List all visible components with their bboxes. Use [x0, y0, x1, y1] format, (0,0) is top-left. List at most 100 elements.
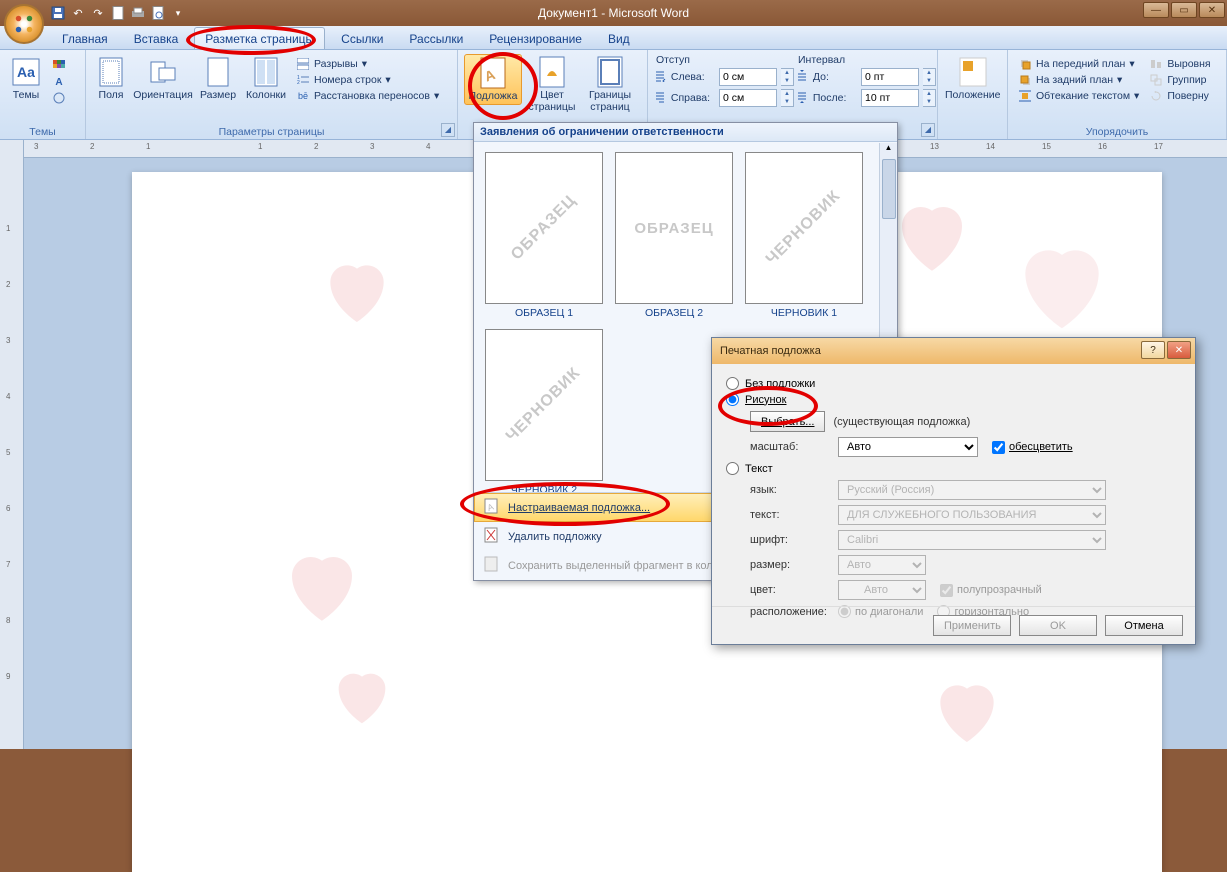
watermark-preview-item[interactable]: ЧЕРНОВИКЧЕРНОВИК 1	[744, 152, 864, 319]
spacing-header: Интервал	[796, 54, 936, 66]
group-arrange: На передний план ▾ На задний план ▾ Обте…	[1008, 50, 1227, 139]
watermark-preview-item[interactable]: ОБРАЗЕЦОБРАЗЕЦ 2	[614, 152, 734, 319]
preview-icon[interactable]	[150, 5, 166, 21]
language-select: Русский (Россия)	[838, 480, 1106, 500]
text-select: ДЛЯ СЛУЖЕБНОГО ПОЛЬЗОВАНИЯ	[838, 505, 1106, 525]
dialog-titlebar[interactable]: Печатная подложка ? ✕	[712, 338, 1195, 364]
tab-references[interactable]: Ссылки	[331, 28, 393, 49]
semitransparent-checkbox: полупрозрачный	[940, 584, 1042, 597]
theme-fonts-button[interactable]: A	[48, 74, 70, 90]
tab-home[interactable]: Главная	[52, 28, 118, 49]
linenum-icon: 12	[296, 73, 310, 87]
svg-text:Aa: Aa	[17, 64, 35, 80]
paragraph-launcher[interactable]: ◢	[921, 123, 935, 137]
dialog-buttons: Применить OK Отмена	[712, 606, 1195, 644]
page-borders-button[interactable]: Границы страниц	[582, 54, 638, 115]
redo-icon[interactable]: ↷	[90, 5, 106, 21]
columns-button[interactable]: Колонки	[242, 54, 290, 103]
borders-icon	[594, 56, 626, 88]
quick-access-toolbar: ↶ ↷ ▾	[50, 5, 186, 21]
page-color-button[interactable]: Цвет страницы	[524, 54, 580, 115]
hyphen-icon: bē	[296, 89, 310, 103]
front-icon	[1018, 57, 1032, 71]
spacing-before-icon	[796, 70, 809, 84]
save-icon[interactable]	[50, 5, 66, 21]
tab-view[interactable]: Вид	[598, 28, 640, 49]
margins-button[interactable]: Поля	[92, 54, 130, 103]
minimize-button[interactable]: —	[1143, 2, 1169, 18]
spacing-after-spinner[interactable]: ▲▼	[923, 89, 936, 107]
size-button[interactable]: Размер	[196, 54, 240, 103]
watermark-preview-item[interactable]: ОБРАЗЕЦОБРАЗЕЦ 1	[484, 152, 604, 319]
watermark-icon: A	[477, 57, 509, 89]
watermark-preview-item[interactable]: ЧЕРНОВИКЧЕРНОВИК 2	[484, 329, 604, 492]
group-themes: Aa Темы A Темы	[0, 50, 86, 139]
indent-right-input[interactable]	[719, 89, 777, 107]
rotate-button[interactable]: Поверну	[1145, 88, 1214, 104]
position-button[interactable]: Положение	[944, 54, 1002, 103]
watermark-dialog: Печатная подложка ? ✕ Без подложки Рисун…	[711, 337, 1196, 645]
align-button[interactable]: Выровня	[1145, 56, 1214, 72]
themes-button[interactable]: Aa Темы	[6, 54, 46, 103]
window-title: Документ1 - Microsoft Word	[538, 6, 689, 20]
orientation-icon	[147, 56, 179, 88]
svg-text:2: 2	[297, 80, 300, 86]
custom-wm-icon: A	[484, 498, 500, 517]
remove-wm-icon	[484, 527, 500, 546]
office-button[interactable]	[4, 4, 44, 44]
dialog-help-button[interactable]: ?	[1141, 341, 1165, 359]
tab-insert[interactable]: Вставка	[124, 28, 189, 49]
line-numbers-button[interactable]: 12Номера строк ▾	[292, 72, 443, 88]
theme-effects-button[interactable]	[48, 90, 70, 106]
print-icon[interactable]	[130, 5, 146, 21]
tab-page-layout[interactable]: Разметка страницы	[194, 27, 325, 49]
no-watermark-radio[interactable]: Без подложки	[726, 377, 1181, 390]
new-icon[interactable]	[110, 5, 126, 21]
pagesetup-launcher[interactable]: ◢	[441, 123, 455, 137]
tab-mailings[interactable]: Рассылки	[399, 28, 473, 49]
group-button[interactable]: Группир	[1145, 72, 1214, 88]
spacing-before-input[interactable]	[861, 68, 919, 86]
ok-button[interactable]: OK	[1019, 615, 1097, 636]
watermark-button[interactable]: A Подложка	[464, 54, 522, 105]
indent-left-input[interactable]	[719, 68, 777, 86]
heart-decoration	[322, 662, 402, 732]
qat-more-icon[interactable]: ▾	[170, 5, 186, 21]
picture-radio[interactable]: Рисунок	[726, 393, 1181, 406]
dialog-close-button[interactable]: ✕	[1167, 341, 1191, 359]
washout-checkbox[interactable]: обесцветить	[992, 441, 1073, 454]
bring-front-button[interactable]: На передний план ▾	[1014, 56, 1143, 72]
group-label-pagesetup: Параметры страницы	[86, 126, 457, 138]
tab-review[interactable]: Рецензирование	[479, 28, 592, 49]
fonts-icon: A	[52, 75, 66, 89]
indent-left-icon	[654, 70, 667, 84]
breaks-button[interactable]: Разрывы ▾	[292, 56, 443, 72]
spacing-after-input[interactable]	[861, 89, 919, 107]
scale-select[interactable]: Авто	[838, 437, 978, 457]
save-sel-icon	[484, 556, 500, 575]
text-radio[interactable]: Текст	[726, 462, 1181, 475]
orientation-button[interactable]: Ориентация	[132, 54, 194, 103]
select-picture-button[interactable]: Выбрать...	[750, 411, 825, 432]
maximize-button[interactable]: ▭	[1171, 2, 1197, 18]
theme-colors-button[interactable]	[48, 58, 70, 74]
indent-left-spinner[interactable]: ▲▼	[781, 68, 794, 86]
ribbon-tabs: Главная Вставка Разметка страницы Ссылки…	[0, 26, 1227, 50]
heart-decoration	[312, 252, 402, 332]
cancel-button[interactable]: Отмена	[1105, 615, 1183, 636]
heart-decoration	[1002, 232, 1122, 342]
gallery-header: Заявления об ограничении ответственности	[474, 123, 897, 142]
indent-right-icon	[654, 91, 667, 105]
window-controls: — ▭ ✕	[1143, 2, 1225, 18]
indent-right-spinner[interactable]: ▲▼	[781, 89, 794, 107]
send-back-button[interactable]: На задний план ▾	[1014, 72, 1143, 88]
spacing-before-spinner[interactable]: ▲▼	[923, 68, 936, 86]
apply-button[interactable]: Применить	[933, 615, 1011, 636]
hyphenation-button[interactable]: bēРасстановка переносов ▾	[292, 88, 443, 104]
close-button[interactable]: ✕	[1199, 2, 1225, 18]
vertical-ruler[interactable]: 123456789	[0, 140, 24, 749]
undo-icon[interactable]: ↶	[70, 5, 86, 21]
colors-icon	[52, 59, 66, 73]
text-wrap-button[interactable]: Обтекание текстом ▾	[1014, 88, 1143, 104]
margins-icon	[95, 56, 127, 88]
